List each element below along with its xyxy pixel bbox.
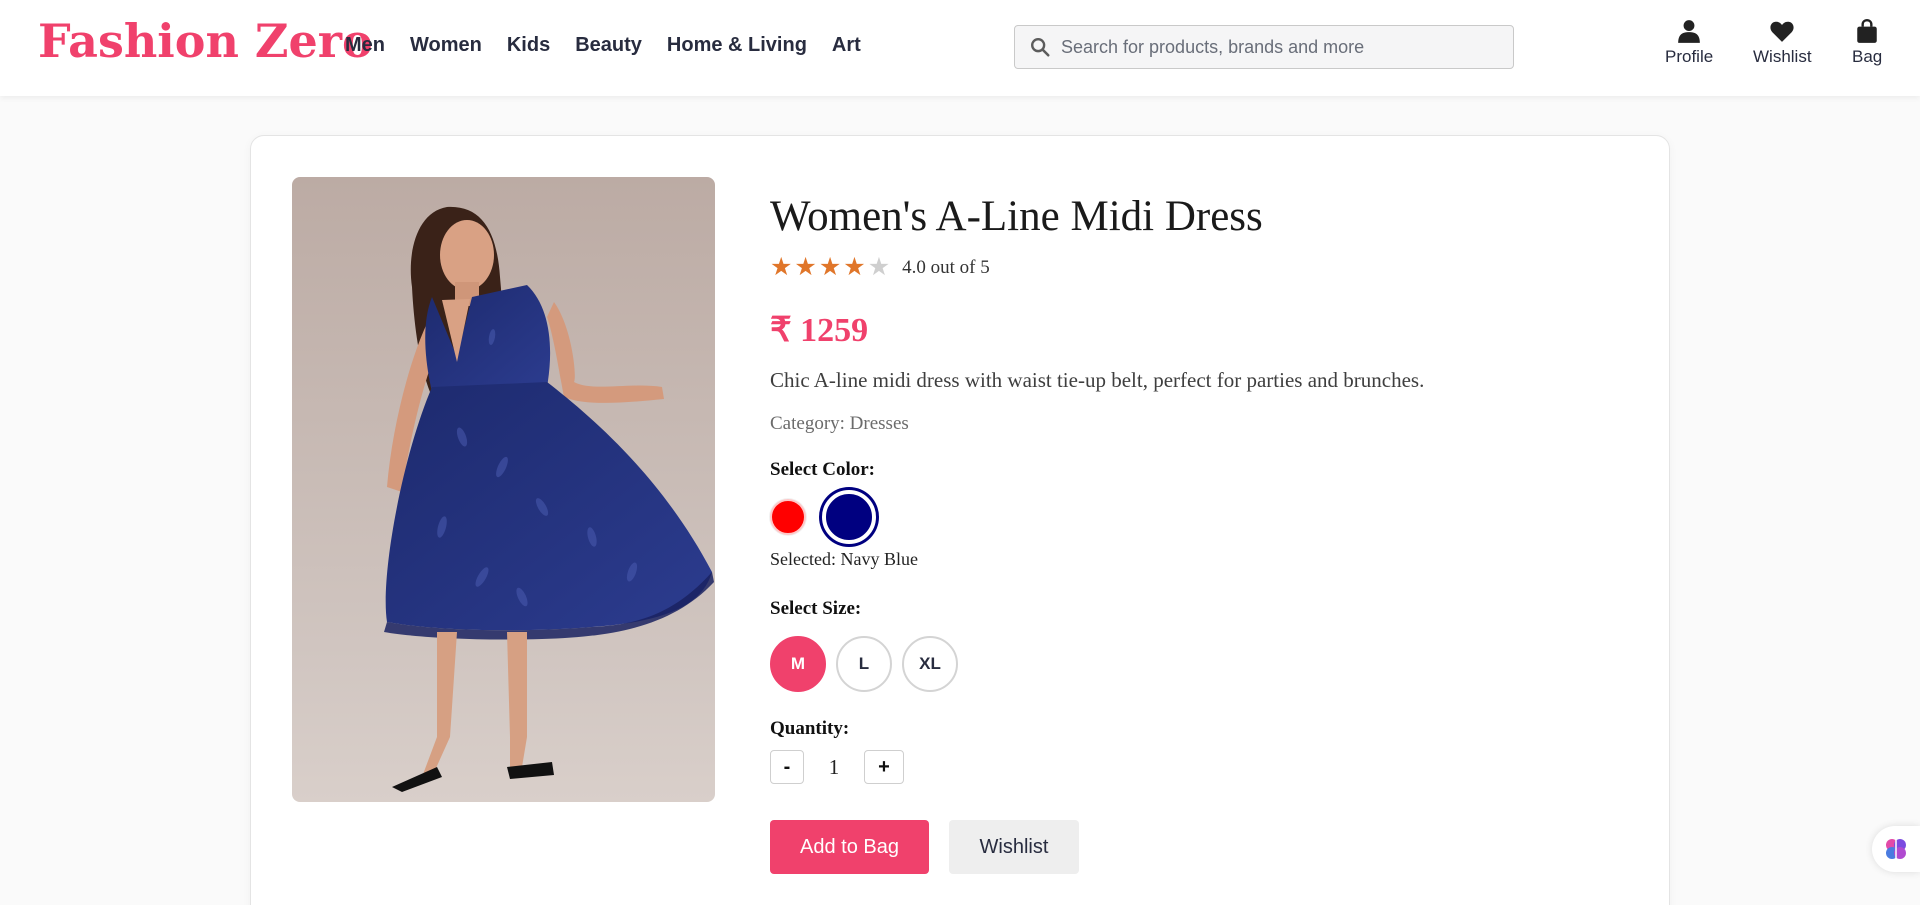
nav-beauty[interactable]: Beauty	[575, 34, 642, 57]
nav-men[interactable]: Men	[345, 34, 385, 57]
selected-color-text: Selected: Navy Blue	[770, 549, 918, 569]
bag-label: Bag	[1852, 47, 1883, 66]
main-nav: Men Women Kids Beauty Home & Living Art	[345, 34, 886, 57]
product-card: Women's A-Line Midi Dress ★ ★ ★ ★ ★ 4.0 …	[250, 135, 1670, 905]
product-description: Chic A-line midi dress with waist tie-up…	[770, 368, 1425, 392]
wishlist-nav-label: Wishlist	[1753, 47, 1812, 66]
shopping-bag-icon	[1857, 18, 1877, 43]
star-filled-icon: ★	[794, 254, 817, 281]
product-details: Women's A-Line Midi Dress ★ ★ ★ ★ ★ 4.0 …	[770, 192, 1620, 874]
rating-text: 4.0 out of 5	[902, 256, 990, 278]
color-label: Select Color:	[770, 459, 875, 480]
size-option-xl[interactable]: XL	[902, 636, 958, 692]
quantity-increase-button[interactable]: +	[864, 750, 904, 784]
search-bar	[1014, 25, 1514, 69]
nav-kids[interactable]: Kids	[507, 34, 550, 57]
size-options: M L XL	[770, 636, 1620, 692]
heart-icon	[1770, 21, 1794, 42]
color-swatch-red[interactable]	[770, 499, 806, 535]
site-header: Fashion Zero Men Women Kids Beauty Home …	[0, 0, 1920, 96]
size-option-m[interactable]: M	[770, 636, 826, 692]
size-option-l[interactable]: L	[836, 636, 892, 692]
nav-women[interactable]: Women	[410, 34, 482, 57]
header-actions: Profile Wishlist Bag	[1640, 18, 1900, 74]
product-title: Women's A-Line Midi Dress	[770, 193, 1263, 240]
star-empty-icon: ★	[867, 254, 891, 281]
color-swatch-navy-blue[interactable]	[822, 490, 876, 544]
bag-button[interactable]: Bag	[1852, 18, 1882, 67]
product-rating: ★ ★ ★ ★ ★ 4.0 out of 5	[770, 255, 1620, 280]
person-icon	[1678, 20, 1700, 43]
add-to-bag-button[interactable]: Add to Bag	[770, 820, 929, 874]
wishlist-nav-button[interactable]: Wishlist	[1753, 18, 1812, 67]
quantity-value: 1	[828, 754, 840, 779]
quantity-label: Quantity:	[770, 718, 850, 739]
profile-label: Profile	[1665, 47, 1714, 66]
quantity-decrease-button[interactable]: -	[770, 750, 804, 784]
product-price: ₹ 1259	[770, 312, 869, 349]
assistant-button[interactable]	[1872, 826, 1920, 872]
star-filled-icon: ★	[818, 254, 842, 281]
quantity-stepper: - 1 +	[770, 750, 1620, 784]
nav-home-living[interactable]: Home & Living	[667, 34, 807, 57]
color-options	[770, 489, 1620, 545]
product-image[interactable]	[292, 177, 715, 802]
rating-stars: ★ ★ ★ ★ ★	[770, 255, 890, 280]
search-icon	[1031, 38, 1050, 57]
profile-button[interactable]: Profile	[1665, 18, 1713, 67]
brain-icon	[1886, 839, 1906, 859]
action-buttons: Add to Bag Wishlist	[770, 820, 1620, 874]
product-category: Category: Dresses	[770, 413, 909, 434]
size-label: Select Size:	[770, 598, 862, 619]
wishlist-button[interactable]: Wishlist	[949, 820, 1079, 874]
nav-art[interactable]: Art	[832, 34, 861, 57]
brand-logo[interactable]: Fashion Zero	[38, 14, 373, 68]
search-input[interactable]	[1061, 36, 1491, 58]
star-filled-icon: ★	[770, 254, 793, 281]
star-filled-icon: ★	[843, 254, 866, 281]
